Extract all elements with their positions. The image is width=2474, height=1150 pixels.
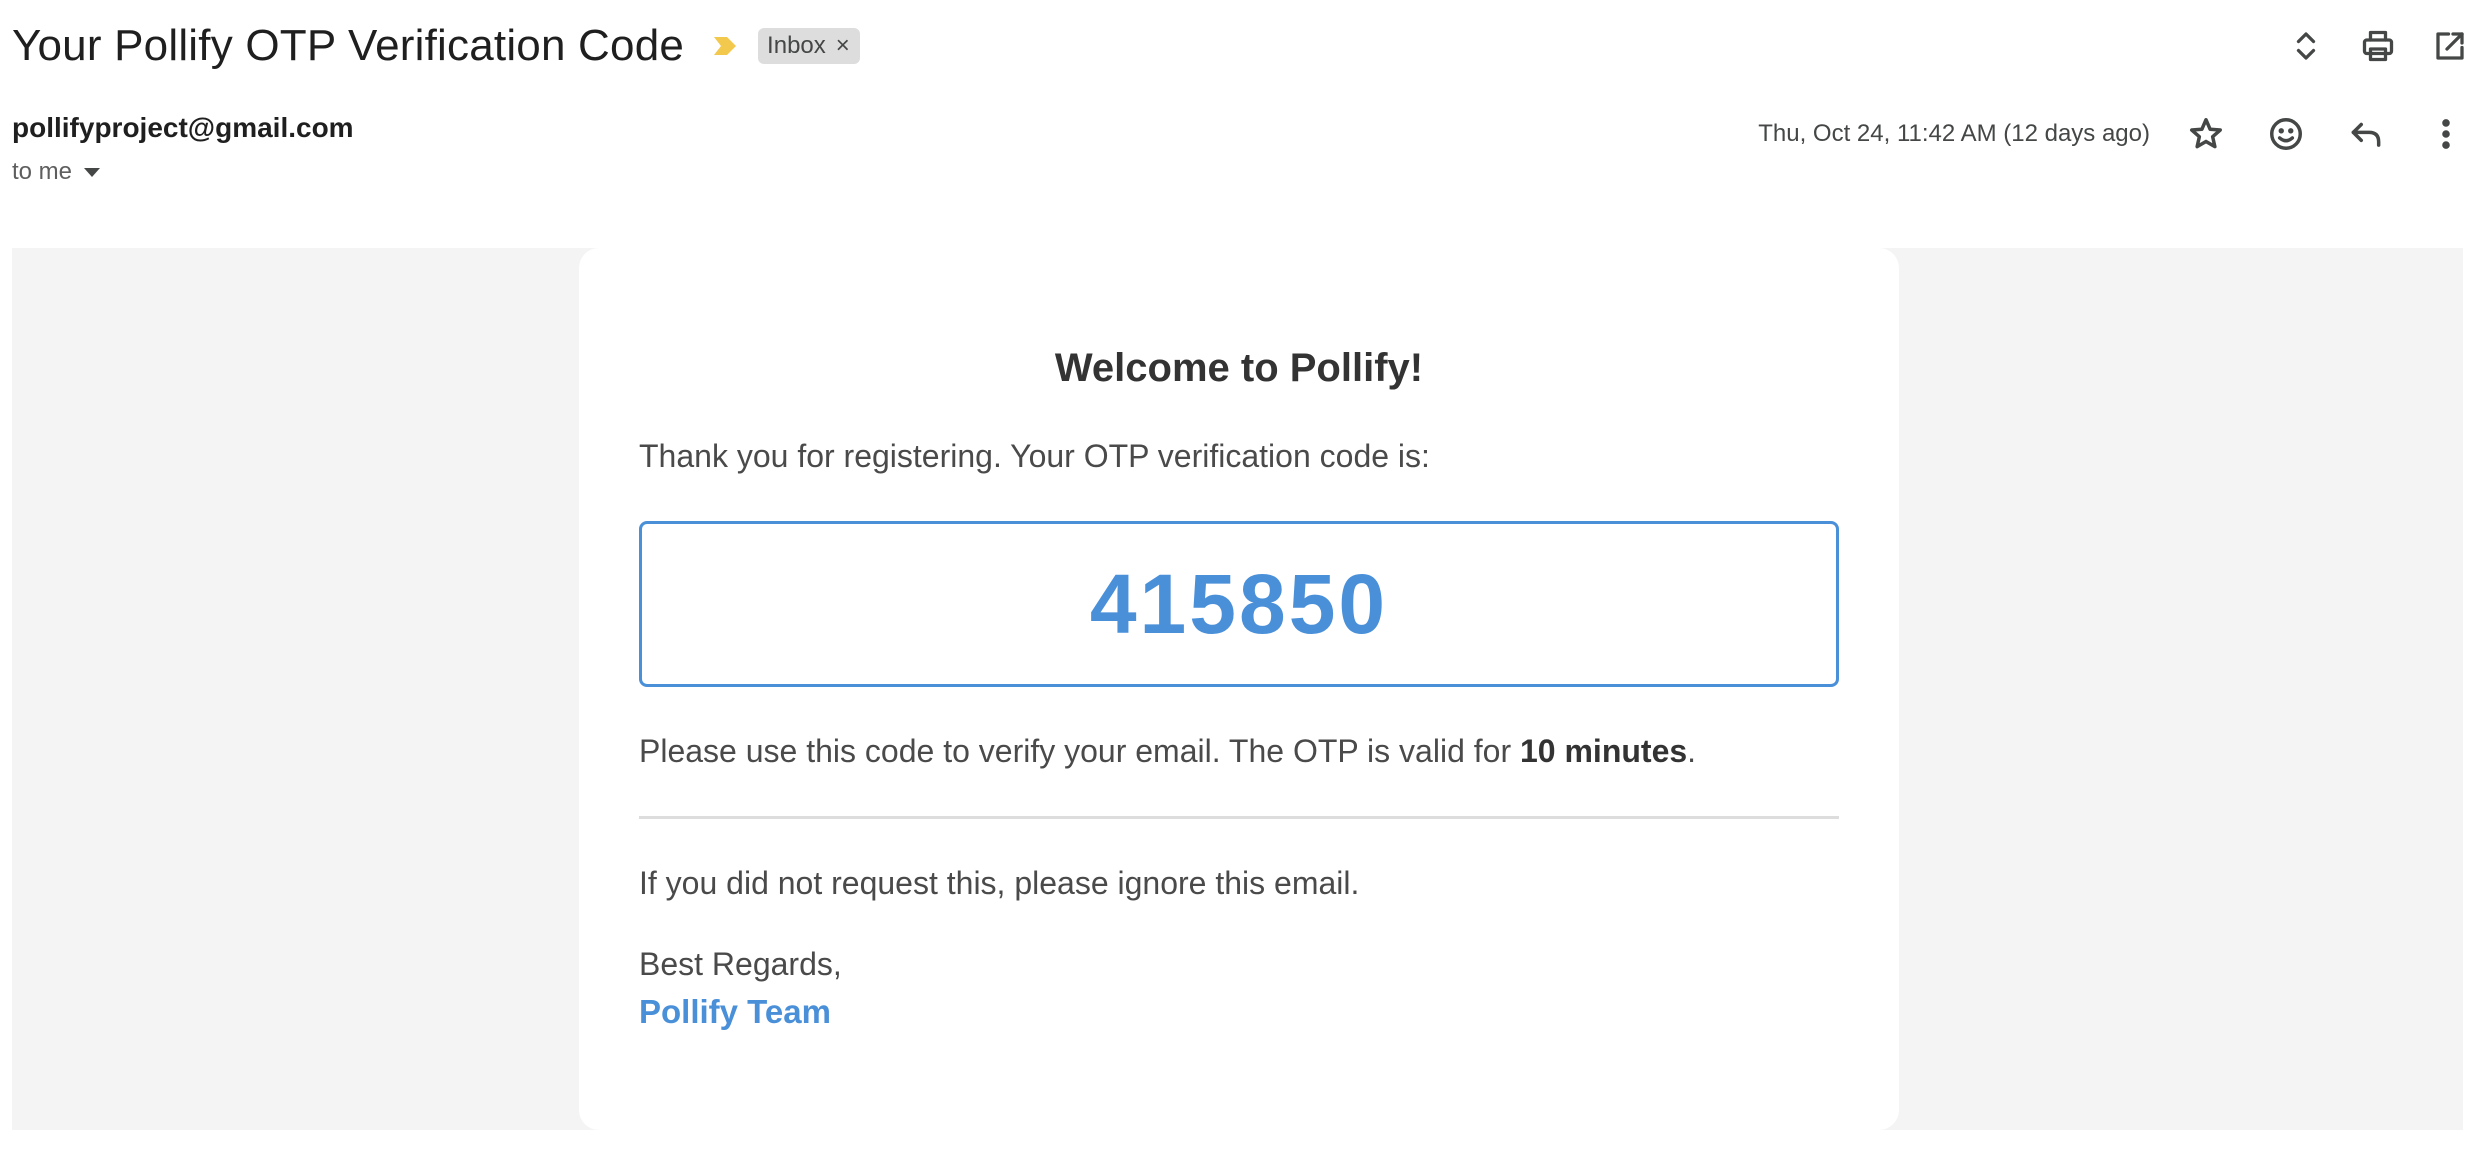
closing-regards: Best Regards,	[639, 946, 842, 982]
message-actions: Thu, Oct 24, 11:42 AM (12 days ago)	[1758, 110, 2474, 158]
sender-email: pollifyproject@gmail.com	[12, 112, 354, 143]
email-body-background: Welcome to Pollify! Thank you for regist…	[12, 248, 2463, 1130]
email-subject: Your Pollify OTP Verification Code	[12, 21, 685, 70]
top-toolbar	[2258, 22, 2474, 70]
subject-row: Your Pollify OTP Verification Code Inbox…	[12, 14, 860, 78]
intro-text: Thank you for registering. Your OTP veri…	[639, 438, 1430, 474]
chevron-down-icon	[84, 167, 101, 177]
importance-marker-icon[interactable]	[712, 35, 738, 57]
validity-prefix: Please use this code to verify your emai…	[639, 733, 1520, 769]
ignore-notice: If you did not request this, please igno…	[639, 865, 1360, 901]
email-card: Welcome to Pollify! Thank you for regist…	[579, 248, 1899, 1130]
remove-label-button[interactable]: ×	[836, 34, 850, 58]
validity-suffix: .	[1687, 733, 1697, 769]
validity-duration: 10 minutes	[1519, 733, 1688, 769]
signature-team: Pollify Team	[639, 993, 831, 1030]
otp-box: 415850	[639, 521, 1839, 687]
reply-icon[interactable]	[2338, 110, 2394, 158]
emoji-reaction-icon[interactable]	[2258, 110, 2314, 158]
otp-code: 415850	[1089, 556, 1389, 651]
inbox-label-chip: Inbox ×	[758, 28, 860, 64]
star-icon[interactable]	[2178, 110, 2234, 158]
expand-collapse-icon[interactable]	[2282, 22, 2330, 70]
label-text: Inbox	[767, 32, 826, 59]
message-date: Thu, Oct 24, 11:42 AM (12 days ago)	[1758, 120, 2150, 147]
validity-text: Please use this code to verify your emai…	[639, 733, 1696, 770]
divider	[639, 816, 1839, 819]
recipient-text: to me	[12, 158, 73, 185]
open-in-new-window-icon[interactable]	[2426, 22, 2474, 70]
welcome-heading: Welcome to Pollify!	[1054, 346, 1424, 390]
recipient-details-toggle[interactable]: to me	[12, 158, 101, 186]
print-icon[interactable]	[2354, 22, 2402, 70]
more-vertical-icon[interactable]	[2418, 110, 2474, 158]
email-view: Your Pollify OTP Verification Code Inbox…	[0, 0, 2474, 1150]
